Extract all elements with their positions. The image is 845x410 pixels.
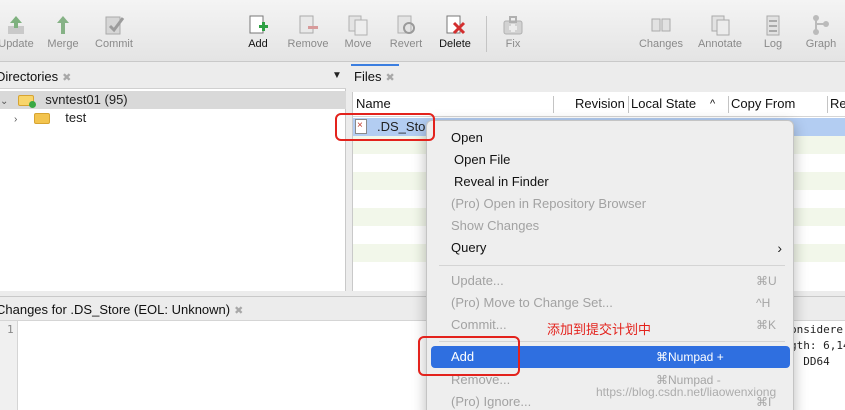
files-tab-indicator: [351, 64, 399, 66]
files-tab-label: Files: [354, 69, 382, 84]
menu-item-label: Update...: [451, 273, 504, 288]
fix-label: Fix: [505, 38, 521, 50]
graph-label: Graph: [805, 38, 837, 50]
commit-label: Commit: [95, 38, 133, 50]
fix-icon: [503, 16, 523, 35]
log-icon: [766, 15, 780, 36]
merge-icon: [57, 16, 69, 34]
column-copy-from[interactable]: Copy From: [731, 92, 795, 116]
app-window: Update Merge Commit Add Remove Move Reve…: [0, 0, 845, 410]
menu-item-open-in-repository-browser[interactable]: (Pro) Open in Repository Browser: [431, 193, 790, 215]
column-re[interactable]: Re: [830, 92, 845, 116]
submenu-chevron-icon: ›: [777, 240, 782, 256]
pane-menu-caret-icon[interactable]: ▼: [332, 70, 342, 81]
annotation-text: 添加到提交计划中: [547, 322, 652, 337]
column-local-state[interactable]: Local State: [631, 92, 696, 116]
annotation-box-file: [335, 113, 435, 141]
collapse-arrow-icon[interactable]: ›: [14, 111, 26, 129]
graph-button[interactable]: Graph: [791, 14, 845, 50]
graph-icon: [813, 15, 829, 35]
close-tab-icon[interactable]: ✖: [385, 72, 394, 84]
commit-icon: [105, 16, 125, 35]
menu-item-show-changes[interactable]: Show Changes: [431, 215, 790, 237]
changes-button[interactable]: Changes: [631, 14, 691, 50]
menu-item-move-to-change-set[interactable]: (Pro) Move to Change Set... ^H: [431, 292, 790, 314]
annotate-icon: [711, 15, 730, 36]
detail-line: : DD64: [790, 355, 830, 368]
menu-item-label: Show Changes: [451, 218, 540, 233]
expand-arrow-icon[interactable]: ⌄: [0, 93, 12, 111]
directories-title-text: Directories: [0, 69, 59, 84]
column-divider[interactable]: [628, 96, 629, 113]
main-toolbar: Update Merge Commit Add Remove Move Reve…: [0, 0, 845, 62]
menu-item-open[interactable]: Open: [431, 127, 790, 149]
changes-icon: [651, 18, 671, 32]
changes-title: Changes for .DS_Store (EOL: Unknown) ✖: [0, 302, 243, 317]
detail-line: onsidere: [790, 323, 843, 336]
working-copy-folder-icon: [17, 95, 36, 109]
sort-ascending-icon: ^: [710, 98, 716, 110]
menu-shortcut: ^H: [756, 296, 771, 310]
menu-item-label: (Pro) Ignore...: [451, 394, 532, 409]
menu-shortcut: ⌘Numpad +: [656, 350, 724, 364]
menu-item-open-file[interactable]: Open File: [431, 149, 790, 171]
menu-item-label: Reveal in Finder: [454, 174, 549, 189]
column-divider[interactable]: [553, 96, 554, 113]
menu-separator: [439, 265, 785, 266]
add-file-icon: [249, 15, 268, 34]
revert-icon: [397, 15, 415, 34]
menu-item-reveal-in-finder[interactable]: Reveal in Finder: [431, 171, 790, 193]
directories-header: Directories ✖ ▼: [0, 63, 346, 89]
annotate-button[interactable]: Annotate: [690, 14, 750, 50]
column-revision[interactable]: Revision: [575, 92, 625, 116]
delete-label: Delete: [439, 38, 471, 50]
directories-tree[interactable]: ⌄ svntest01 (95) › test: [0, 89, 346, 291]
update-icon: [8, 16, 24, 34]
tree-item-test[interactable]: › test: [14, 109, 86, 127]
watermark: https://blog.csdn.net/liaowenxiong: [596, 385, 777, 399]
files-tab[interactable]: Files ✖: [354, 69, 395, 84]
fix-button[interactable]: Fix: [483, 14, 543, 50]
changes-title-text: Changes for .DS_Store (EOL: Unknown): [0, 302, 231, 317]
tree-item-svntest01[interactable]: ⌄ svntest01 (95): [0, 91, 128, 109]
files-header: [348, 63, 845, 89]
changes-label: Changes: [638, 38, 684, 50]
menu-item-label: (Pro) Open in Repository Browser: [451, 196, 647, 211]
column-divider[interactable]: [728, 96, 729, 113]
menu-item-label: (Pro) Move to Change Set...: [451, 295, 613, 310]
menu-shortcut: ⌘K: [756, 318, 777, 332]
menu-item-query[interactable]: Query ›: [431, 237, 790, 259]
line-number: 1: [7, 323, 14, 336]
menu-item-update[interactable]: Update... ⌘U: [431, 270, 790, 292]
commit-button[interactable]: Commit: [84, 14, 144, 50]
tree-item-label: test: [65, 110, 87, 125]
move-icon: [348, 15, 368, 36]
annotate-label: Annotate: [697, 38, 743, 50]
menu-item-label: Open: [451, 130, 483, 145]
remove-file-icon: [299, 15, 318, 34]
folder-icon: [33, 113, 50, 125]
delete-file-icon: [446, 15, 466, 35]
menu-item-label: Commit...: [451, 317, 507, 332]
tree-item-label: svntest01 (95): [45, 92, 128, 107]
menu-shortcut: ⌘U: [756, 274, 777, 288]
detail-line: gth: 6,14: [790, 339, 845, 352]
delete-button[interactable]: Delete: [425, 14, 485, 50]
close-pane-icon[interactable]: ✖: [62, 72, 71, 84]
annotation-box-add: [418, 336, 520, 376]
menu-item-label: Open File: [454, 152, 511, 167]
column-divider[interactable]: [827, 96, 828, 113]
line-gutter: 1: [0, 321, 18, 410]
menu-item-label: Query: [451, 240, 487, 255]
directories-title: Directories ✖: [0, 69, 71, 84]
close-pane-icon[interactable]: ✖: [234, 305, 243, 317]
